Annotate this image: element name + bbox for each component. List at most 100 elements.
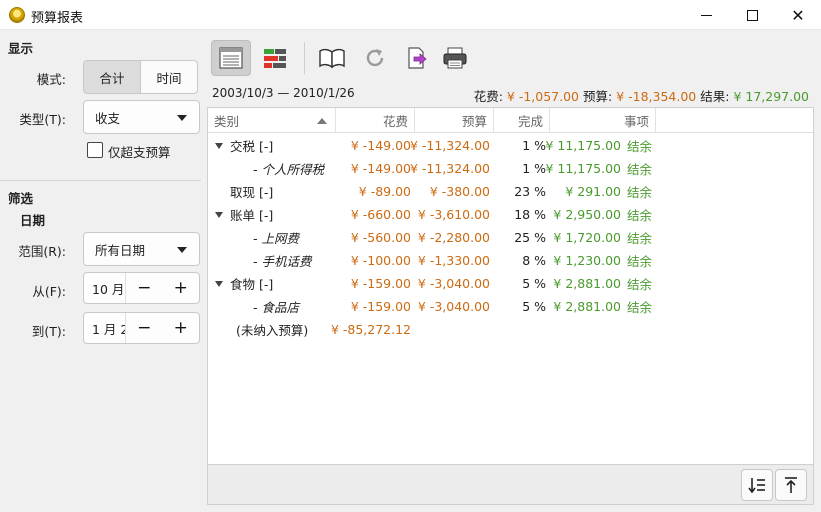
refresh-icon [366, 49, 384, 67]
done-percent-cell: 5 % [522, 276, 546, 291]
mode-time-button[interactable]: 时间 [141, 61, 197, 93]
spent-cell: ¥ -149.00 [350, 161, 411, 176]
done-percent-cell: 8 % [522, 253, 546, 268]
remaining-cell: ¥ 2,950.00 [553, 207, 621, 222]
table-row[interactable]: 食物 [-] ¥ -159.00 ¥ -3,040.00 5 % ¥ 2,881.00 结… [208, 272, 813, 295]
done-percent-cell: 23 % [514, 184, 546, 199]
chart-view-button[interactable] [255, 40, 295, 76]
range-select-value: 所有日期 [95, 242, 146, 258]
done-percent-cell: 1 % [522, 138, 546, 153]
mode-total-button[interactable]: 合计 [84, 61, 141, 93]
category-cell: 食物 [-] [230, 277, 274, 292]
budget-label: 预算: [583, 89, 613, 104]
date-label: 日期 [20, 213, 46, 228]
expander-triangle-icon[interactable] [215, 143, 223, 149]
col-category-header[interactable]: 类别 [208, 108, 336, 133]
col-item-header[interactable]: 事项 [550, 108, 656, 133]
minimize-button[interactable] [683, 0, 729, 30]
type-select[interactable]: 收支 [83, 100, 200, 134]
bar-chart-icon [264, 49, 286, 68]
to-decrement-button[interactable]: − [126, 313, 163, 343]
expand-all-icon [748, 478, 765, 494]
toolbar-separator [304, 42, 305, 74]
item-cell: 结余 [627, 162, 653, 177]
budget-cell: ¥ -1,330.00 [417, 253, 490, 268]
category-cell: 交税 [-] [230, 139, 274, 154]
detail-button[interactable] [312, 40, 352, 76]
app-icon [9, 7, 25, 23]
options-panel: 显示 模式: 合计 时间 类型(T): 收支 仅超支预算 筛选 日期 范围(R)… [0, 30, 207, 512]
to-date-input[interactable]: 1 月 2 [84, 313, 126, 343]
col-done-header[interactable]: 完成 [494, 108, 550, 133]
remaining-cell: ¥ 1,720.00 [553, 230, 621, 245]
only-over-checkbox[interactable] [87, 142, 103, 158]
minimize-icon [700, 14, 712, 16]
chevron-down-icon [177, 115, 187, 121]
done-percent-cell: 18 % [514, 207, 546, 222]
report-date-range: 2003/10/3 — 2010/1/26 [212, 86, 355, 100]
budget-cell: ¥ -11,324.00 [409, 138, 490, 153]
remaining-cell: ¥ 2,881.00 [553, 276, 621, 291]
book-icon [319, 48, 345, 69]
budget-cell: ¥ -2,280.00 [417, 230, 490, 245]
close-button[interactable]: ✕ [775, 0, 821, 30]
budget-cell: ¥ -3,610.00 [417, 207, 490, 222]
done-percent-cell [494, 318, 546, 341]
close-icon: ✕ [791, 5, 805, 25]
table-row[interactable]: 取现 [-] ¥ -89.00 ¥ -380.00 23 % ¥ 291.00 结余 [208, 180, 813, 203]
spent-cell: ¥ -159.00 [350, 299, 411, 314]
table-row[interactable]: - 手机话费 ¥ -100.00 ¥ -1,330.00 8 % ¥ 1,230.00 结… [208, 249, 813, 272]
collapse-all-icon [785, 477, 797, 493]
from-increment-button[interactable]: + [163, 273, 200, 303]
done-percent-cell: 1 % [522, 161, 546, 176]
table-row[interactable]: (未纳入预算) ¥ -85,272.12 [208, 318, 813, 341]
col-spent-header[interactable]: 花费 [336, 108, 415, 133]
collapse-all-button[interactable] [775, 469, 807, 501]
table-footer-bar [207, 465, 814, 505]
type-label: 类型(T): [19, 112, 66, 127]
col-budget-header[interactable]: 预算 [415, 108, 494, 133]
remaining-cell: ¥ 11,175.00 [545, 161, 621, 176]
budget-report-table: 类别 花费 预算 完成 事项 交税 [-] ¥ -149.00 ¥ -11,324.… [207, 107, 814, 465]
title-bar: 预算报表 ✕ [0, 0, 821, 30]
report-summary: 花费: ¥ -1,057.00 预算: ¥ -18,354.00 结果: ¥ 1… [474, 86, 809, 105]
from-date-spinner: 10 月 − + [83, 272, 200, 304]
expander-triangle-icon[interactable] [215, 212, 223, 218]
table-row[interactable]: - 食品店 ¥ -159.00 ¥ -3,040.00 5 % ¥ 2,881.00 结余 [208, 295, 813, 318]
to-date-spinner: 1 月 2 − + [83, 312, 200, 344]
table-header: 类别 花费 预算 完成 事项 [208, 108, 813, 133]
table-row[interactable]: 账单 [-] ¥ -660.00 ¥ -3,610.00 18 % ¥ 2,950.00… [208, 203, 813, 226]
table-row[interactable]: 交税 [-] ¥ -149.00 ¥ -11,324.00 1 % ¥ 11,175.0… [208, 134, 813, 157]
table-row[interactable]: - 上网费 ¥ -560.00 ¥ -2,280.00 25 % ¥ 1,720.00 结… [208, 226, 813, 249]
item-cell: 结余 [627, 231, 653, 246]
expander-triangle-icon[interactable] [215, 281, 223, 287]
expand-all-button[interactable] [741, 469, 773, 501]
chevron-down-icon [177, 247, 187, 253]
category-cell: (未纳入预算) [236, 323, 309, 338]
print-button[interactable] [435, 40, 475, 76]
table-row[interactable]: - 个人所得税 ¥ -149.00 ¥ -11,324.00 1 % ¥ 11,175.… [208, 157, 813, 180]
remaining-cell: ¥ 2,881.00 [553, 299, 621, 314]
export-button[interactable] [397, 40, 437, 76]
to-increment-button[interactable]: + [163, 313, 200, 343]
remaining-cell: ¥ 291.00 [565, 184, 621, 199]
table-view-button[interactable] [211, 40, 251, 76]
spent-label: 花费: [473, 89, 503, 104]
section-divider [0, 180, 201, 181]
budget-cell: ¥ -11,324.00 [409, 161, 490, 176]
display-section-label: 显示 [8, 41, 34, 56]
to-label: 到(T): [31, 324, 66, 339]
window-title: 预算报表 [31, 11, 84, 26]
remaining-cell: ¥ 1,230.00 [553, 253, 621, 268]
refresh-button[interactable] [355, 40, 395, 76]
from-date-input[interactable]: 10 月 [84, 273, 126, 303]
range-select[interactable]: 所有日期 [83, 232, 200, 266]
maximize-button[interactable] [729, 0, 775, 30]
spent-cell: ¥ -89.00 [358, 184, 411, 199]
only-over-label: 仅超支预算 [108, 145, 171, 160]
item-cell: 结余 [627, 139, 653, 154]
from-decrement-button[interactable]: − [126, 273, 163, 303]
remaining-cell [550, 318, 621, 341]
spent-cell: ¥ -149.00 [350, 138, 411, 153]
from-label: 从(F): [32, 284, 66, 299]
